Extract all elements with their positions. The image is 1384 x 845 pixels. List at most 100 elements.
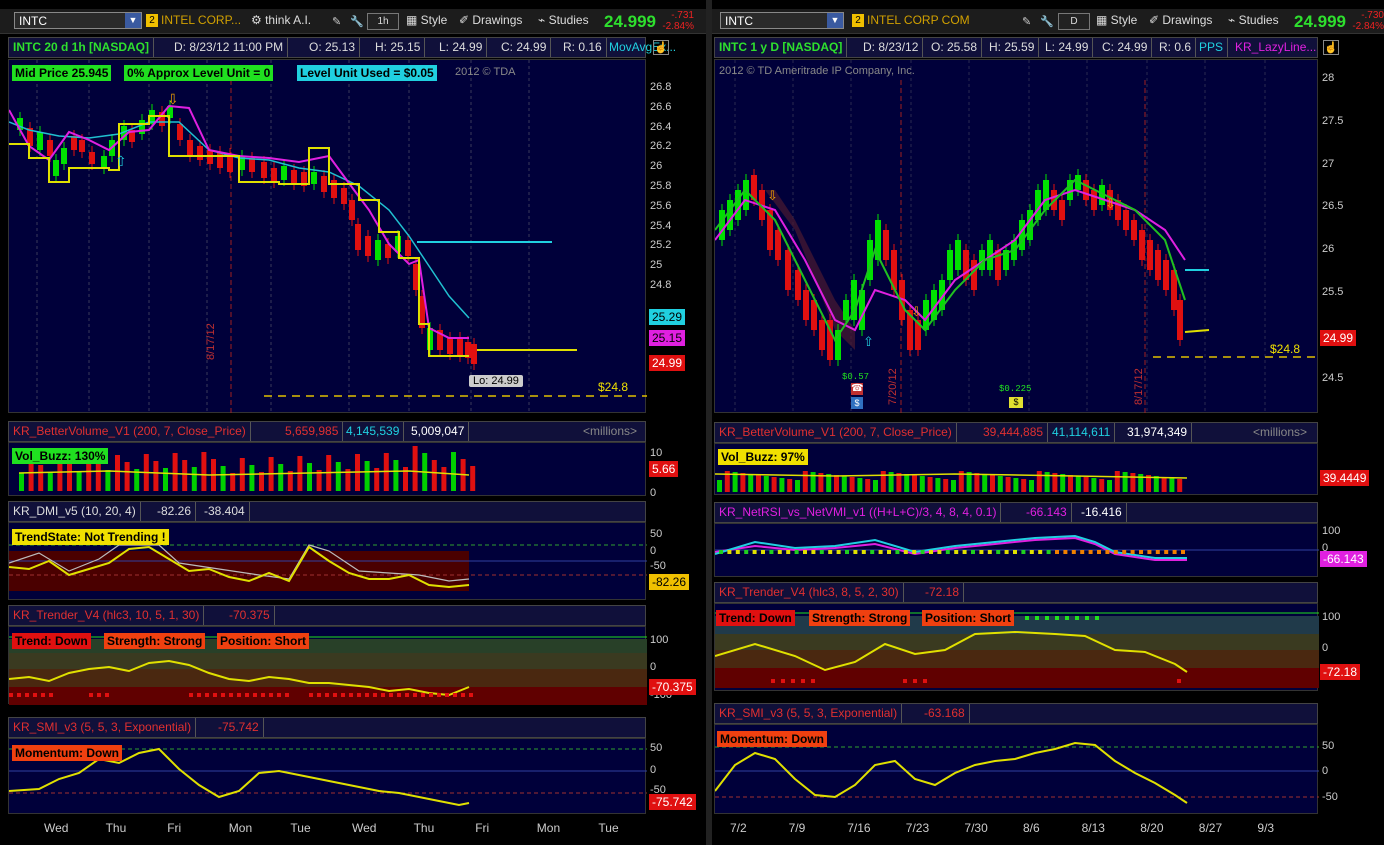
left-change-pct: -2.84% (662, 21, 694, 32)
candle-body (291, 170, 297, 184)
rsi-dot (794, 550, 799, 554)
volume-bar (912, 475, 917, 492)
volume-bar (115, 455, 120, 491)
volume-bar (927, 477, 933, 492)
right-low: L: 24.99 (1041, 38, 1094, 57)
chevron-down-icon[interactable]: ▼ (827, 13, 843, 28)
left-price-y-tick-label: 26 (650, 160, 663, 173)
left-price-y-tick-label: 26.4 (650, 120, 672, 133)
volume-bar (19, 473, 24, 491)
dividend-icon[interactable]: $ (851, 397, 863, 409)
left-symbol-input[interactable]: INTC ▼ (14, 12, 142, 29)
rsi-dot (861, 550, 866, 554)
left-interval-button[interactable]: 1h (367, 13, 399, 30)
volume-bar (163, 468, 168, 491)
right-x-tick-label: 7/30 (964, 821, 988, 835)
volume-bar (259, 472, 264, 491)
right-style-label: Style (1110, 13, 1138, 27)
right-x-tick-label: 8/27 (1198, 821, 1223, 835)
left-style-menu[interactable]: ▦ Style (406, 12, 447, 29)
trender-dot (1075, 616, 1079, 620)
left-thinkai-label: think A.I. (265, 13, 312, 27)
volume-bar (904, 474, 910, 492)
left-position-tag: Position: Short (217, 633, 309, 649)
right-link-badge[interactable]: 2 (852, 14, 864, 27)
trender-dot (349, 693, 353, 697)
volume-bar (771, 477, 777, 492)
volume-bar (841, 476, 847, 492)
right-volume-chart[interactable]: Vol_Buzz: 97% (714, 443, 1318, 495)
volume-bar (763, 476, 769, 492)
trender-dot (253, 693, 257, 697)
right-studies-menu[interactable]: ⌁ Studies (1228, 12, 1279, 29)
right-trend-tag: Trend: Down (716, 610, 795, 626)
right-rsi-chart[interactable] (714, 523, 1319, 577)
candle-body (457, 338, 463, 356)
wrench-icon[interactable]: 🔧 (1040, 15, 1054, 28)
candle-body (1155, 250, 1161, 280)
trender-dot (389, 693, 393, 697)
left-price-y-tick-label: 25.4 (650, 219, 672, 232)
right-style-menu[interactable]: ▦ Style (1096, 12, 1137, 29)
wrench-icon[interactable]: 🔧 (350, 15, 364, 28)
right-price-chart[interactable]: ⇩ ⇧ ⇩ ⇩ 2012 © TD Ameritrade IP Company, In… (714, 59, 1319, 414)
dividend-icon-2[interactable]: $ (1009, 397, 1023, 408)
left-studies-menu[interactable]: ⌁ Studies (538, 12, 589, 29)
volume-bar (1169, 478, 1175, 492)
trender-band-red (715, 668, 1319, 688)
earnings-icon[interactable]: ☎ (851, 383, 863, 395)
grid-icon: ▦ (406, 13, 421, 27)
left-smi-y-0: 0 (650, 764, 657, 776)
left-toolbar: INTC ▼ 2 INTEL CORP... ⚙ think A.I. ✎ 🔧 1… (0, 9, 706, 34)
left-smi-chart[interactable]: Momentum: Down (8, 738, 647, 814)
drawing-tool-icon[interactable]: ✎ (332, 15, 341, 28)
left-thinkai-button[interactable]: ⚙ think A.I. (251, 12, 311, 29)
candle-body (341, 188, 347, 204)
rsi-dot (1164, 550, 1169, 554)
left-trender-name: KR_Trender_V4 (hlc3, 10, 5, 1, 30) (9, 606, 205, 625)
left-x-tick-label: Fri (167, 821, 182, 835)
right-symbol-text: INTC (725, 14, 753, 28)
rsi-dot (1113, 550, 1118, 554)
right-symbol-input[interactable]: INTC ▼ (720, 12, 844, 29)
drawing-tool-icon[interactable]: ✎ (1022, 15, 1031, 28)
candle-body (261, 162, 267, 178)
chevron-down-icon[interactable]: ▼ (125, 13, 141, 28)
right-level-label: $24.8 (1270, 342, 1301, 356)
right-trender-chart[interactable]: Trend: Down Strength: Strong Position: S… (714, 603, 1319, 691)
right-company-name: INTEL CORP COM (867, 13, 970, 27)
left-price-y-tick-label: 26.2 (650, 140, 672, 153)
candle-body (217, 152, 223, 168)
grid-icon: ▦ (1096, 13, 1111, 27)
left-maximize-icon[interactable]: ☝ (653, 40, 669, 55)
candle-body (71, 136, 77, 150)
sell-arrow-icon: ⇩ (767, 189, 778, 204)
right-range: R: 0.6 (1155, 38, 1197, 57)
candle-body (785, 250, 791, 290)
candle-body (271, 168, 277, 182)
right-volume-v1: 39,444,885 (979, 423, 1049, 442)
volume-bar (1161, 477, 1167, 492)
left-trendstate-tag: TrendState: Not Trending ! (12, 529, 169, 545)
trender-dot (205, 693, 209, 697)
right-maximize-icon[interactable]: ☝ (1323, 40, 1339, 55)
left-volume-chart[interactable]: Vol_Buzz: 130% (8, 442, 646, 496)
left-drawings-menu[interactable]: ✐ Drawings (459, 12, 522, 29)
gear-icon: ⚙ (251, 13, 266, 27)
candle-body (349, 200, 355, 220)
right-smi-chart[interactable]: Momentum: Down (714, 724, 1319, 814)
right-chart-panel: INTC ▼ 2 INTEL CORP COM ✎ 🔧 D ▦ Style ✐ D… (712, 0, 1384, 845)
right-drawings-menu[interactable]: ✐ Drawings (1149, 12, 1212, 29)
candle-body (89, 152, 95, 164)
candle-body (281, 166, 287, 180)
left-price-chart[interactable]: ⇩ ⇧ Mid Price 25.945 0% Approx Level Unit… (8, 59, 647, 414)
left-trender-chart[interactable]: Trend: Down Strength: Strong Position: S… (8, 626, 647, 705)
left-dmi-chart[interactable]: TrendState: Not Trending ! (8, 522, 647, 600)
right-high: H: 25.59 (985, 38, 1040, 57)
left-low: L: 24.99 (435, 38, 488, 57)
right-trender-header: KR_Trender_V4 (hlc3, 8, 5, 2, 30) -72.18 (714, 582, 1318, 603)
right-x-tick-label: 7/23 (905, 821, 930, 835)
left-link-badge[interactable]: 2 (146, 14, 158, 27)
right-interval-button[interactable]: D (1058, 13, 1090, 30)
volume-bar (756, 475, 761, 492)
